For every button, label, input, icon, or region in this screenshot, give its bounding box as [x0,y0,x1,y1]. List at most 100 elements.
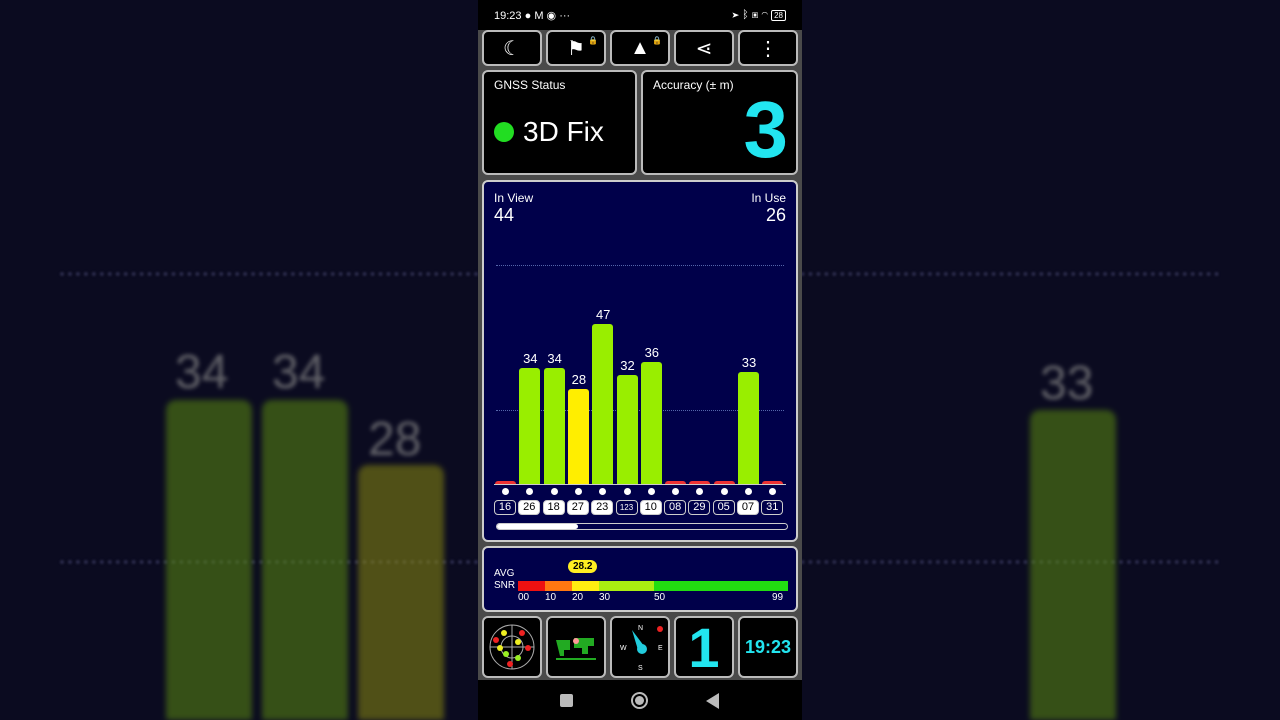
world-map-button[interactable] [546,616,606,678]
recents-button[interactable] [560,694,573,707]
phone-screen: 19:23 ● M ◉ ··· ➤ ᛒ ▣ ◠ 28 ☾ ⚑ 🔒 ▲ 🔒 ⋖ ⋮ GNSS … [478,0,802,720]
back-button[interactable] [706,693,719,709]
snr-bar [640,361,662,484]
avg-snr-marker: 28.2 [568,560,598,573]
snr-value-label: 34 [547,351,562,367]
satellite-prn[interactable]: 27 [566,500,589,515]
scrollbar-thumb[interactable] [497,524,579,529]
constellation-icon [574,488,582,495]
location-icon: ➤ [732,9,740,21]
constellation-icon [623,488,631,495]
constellation-icon [502,488,509,495]
satellite-prn[interactable]: 31 [761,500,784,515]
snr-value-label: 33 [741,354,757,370]
svg-text:W: W [620,645,627,652]
constellation-icon [696,488,704,495]
compass-button[interactable]: N S W E [610,616,670,678]
satellite-prn[interactable]: 07 [737,500,759,515]
snr-tick: 99 [772,592,784,603]
avg-snr-card: AVG SNR 28.2 00 10 20 30 50 99 [482,546,798,612]
chart-baseline [494,484,786,485]
snr-tick: 50 [654,592,666,603]
constellation-icon [720,488,728,495]
fix-indicator-icon [494,122,514,142]
person-flag-button[interactable]: ⚑ 🔒 [546,30,606,66]
more-vert-icon: ⋮ [758,37,778,60]
gnss-status-card: GNSS Status 3D Fix [482,70,637,175]
clock-value: 19:23 [744,636,792,657]
chart-scrollbar[interactable] [496,523,788,530]
snr-value-label: 47 [595,307,611,323]
sky-view-button[interactable] [482,616,542,678]
snr-value-label: 32 [620,358,635,374]
record-dot-icon: ● [524,9,532,22]
in-view-count: 44 [494,205,515,225]
bluetooth-icon: ᛒ [742,9,749,21]
constellation-icon [550,488,558,495]
satellite-prn[interactable]: 123 [615,500,638,515]
more-vert-button[interactable]: ⋮ [738,30,798,66]
svg-text:E: E [658,645,663,652]
satellite-prn[interactable]: 26 [518,500,541,515]
snr-tick: 30 [599,592,611,603]
moon-icon: ☾ [503,37,521,60]
in-view-label: In View [494,191,534,205]
accuracy-value: 3 [743,85,789,174]
snr-bar [616,375,638,484]
constellation-icon [526,488,534,495]
satellite-prn[interactable]: 05 [712,500,735,515]
constellation-icon [672,488,680,495]
status-time: 19:23 [494,9,522,22]
person-flag-icon: ⚑ [567,37,585,60]
gridline [496,265,784,266]
snr-bar [592,324,614,484]
snr-label: SNR [494,580,516,591]
lock-icon: 🔒 [652,36,662,45]
satellite-prn[interactable]: 08 [664,500,687,515]
navigation-bar [478,680,802,720]
compass-icon: N S W E [620,625,663,672]
bg-label: 28 [368,413,422,466]
share-icon: ⋖ [695,37,713,60]
chrome-icon: ◉ [546,9,557,22]
snr-bar [738,371,759,484]
bg-label: 34 [272,346,326,399]
snr-tick: 00 [518,592,530,603]
satellite-prn[interactable]: 18 [542,500,565,515]
sim-icon: ▣ [751,9,759,21]
constellation-icon [599,488,607,495]
world-map-icon [556,638,596,660]
share-button[interactable]: ⋖ [674,30,734,66]
sky-plot-icon [489,624,535,670]
snr-value-label: 36 [644,344,660,360]
constellation-icon [745,488,752,495]
satellites-used-value: 1 [688,615,720,679]
satellite-prn[interactable]: 29 [688,500,711,515]
accuracy-label: Accuracy (± m) [653,78,734,92]
satellite-prn[interactable]: 10 [639,500,662,515]
satellite-prn[interactable]: 23 [591,500,614,515]
gnss-status-value: 3D Fix [523,116,604,147]
bg-label: 34 [175,346,229,399]
battery-icon: 28 [771,10,786,21]
bg-bar [1030,410,1116,720]
bg-label: 33 [1040,357,1094,410]
gnss-status-label: GNSS Status [494,78,566,92]
clock-button[interactable]: 19:23 [738,616,798,678]
navigation-arrow-icon: ▲ [630,36,650,59]
navigation-arrow-button[interactable]: ▲ 🔒 [610,30,670,66]
snr-value-label: 34 [523,351,538,367]
snr-bar [543,368,565,484]
snr-tick: 20 [572,592,584,603]
satellites-used-button[interactable]: 1 [674,615,734,679]
home-button[interactable] [631,692,648,709]
avg-label: AVG [494,568,515,579]
snr-scale-bar [518,581,788,591]
bg-bar [262,400,348,720]
svg-text:S: S [638,665,643,672]
satellite-prn[interactable]: 16 [494,500,516,515]
snr-value-label: 28 [571,371,587,387]
constellation-icon [769,488,777,495]
moon-button[interactable]: ☾ [482,30,542,66]
status-bar: 19:23 ● M ◉ ··· ➤ ᛒ ▣ ◠ 28 [478,0,802,30]
